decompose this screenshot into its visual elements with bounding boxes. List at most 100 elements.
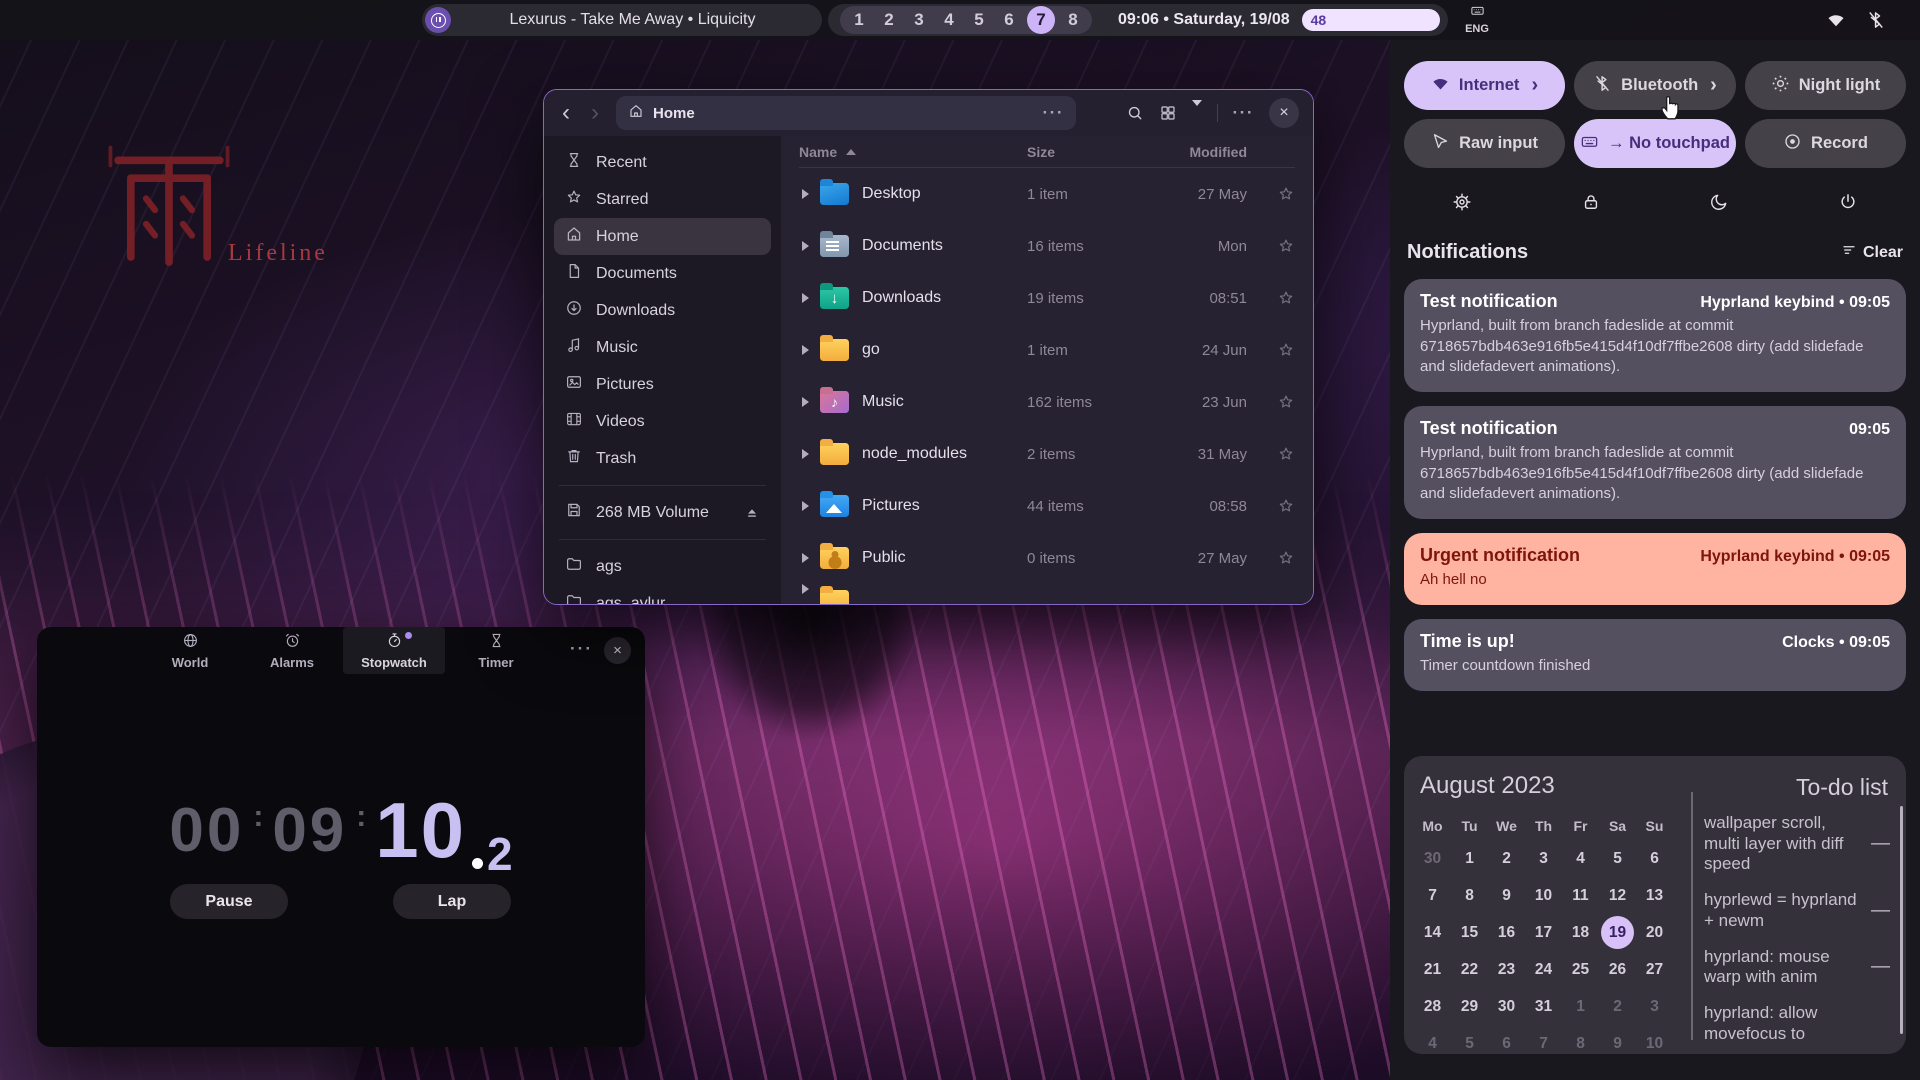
- expand-icon[interactable]: [802, 449, 809, 459]
- tab-alarms[interactable]: Alarms: [241, 627, 343, 674]
- music-player-pill[interactable]: Lexurus - Take Me Away • Liquicity: [422, 4, 822, 36]
- calendar-day[interactable]: 31: [1525, 988, 1562, 1025]
- calendar-day[interactable]: 3: [1636, 988, 1673, 1025]
- calendar-day[interactable]: 5: [1599, 840, 1636, 877]
- keyboard-layout-indicator[interactable]: ENG: [1452, 3, 1502, 35]
- workspace-2[interactable]: 2: [880, 6, 898, 34]
- calendar-day[interactable]: 6: [1636, 840, 1673, 877]
- column-modified[interactable]: Modified: [1145, 144, 1247, 160]
- workspace-1[interactable]: 1: [850, 6, 868, 34]
- calendar-day[interactable]: 19: [1601, 916, 1634, 949]
- star-icon[interactable]: [1247, 497, 1295, 515]
- calendar-day[interactable]: 28: [1414, 988, 1451, 1025]
- lap-button[interactable]: Lap: [393, 884, 511, 919]
- calendar-day[interactable]: 4: [1414, 1025, 1451, 1054]
- calendar-day[interactable]: 20: [1636, 914, 1673, 951]
- wifi-icon[interactable]: [1826, 10, 1846, 30]
- calendar-day[interactable]: 8: [1451, 877, 1488, 914]
- address-bar[interactable]: Home ···: [616, 96, 1076, 130]
- todo-remove-button[interactable]: —: [1869, 900, 1892, 922]
- calendar-day[interactable]: 17: [1525, 914, 1562, 951]
- expand-icon[interactable]: [802, 293, 809, 303]
- sidebar-item-recent[interactable]: Recent: [554, 144, 771, 181]
- path-menu-icon[interactable]: ···: [1043, 103, 1064, 123]
- star-icon[interactable]: [1247, 289, 1295, 307]
- sidebar-item-ags[interactable]: ags: [554, 548, 771, 585]
- table-row-partial[interactable]: [799, 584, 1295, 604]
- forward-button[interactable]: ›: [587, 101, 603, 125]
- star-icon[interactable]: [1247, 393, 1295, 411]
- back-button[interactable]: ‹: [558, 101, 574, 125]
- sidebar-item-home[interactable]: Home: [554, 218, 771, 255]
- calendar-day[interactable]: 12: [1599, 877, 1636, 914]
- notification-card[interactable]: Test notification Hyprland keybind • 09:…: [1404, 279, 1906, 392]
- todo-remove-button[interactable]: —: [1869, 956, 1892, 978]
- calendar-day[interactable]: 7: [1525, 1025, 1562, 1054]
- grid-icon[interactable]: [1159, 104, 1177, 122]
- workspace-3[interactable]: 3: [910, 6, 928, 34]
- calendar-day[interactable]: 1: [1562, 988, 1599, 1025]
- calendar-day[interactable]: 1: [1451, 840, 1488, 877]
- workspace-8[interactable]: 8: [1064, 6, 1082, 34]
- column-size[interactable]: Size: [1027, 144, 1145, 160]
- pause-button[interactable]: Pause: [170, 884, 288, 919]
- calendar-day[interactable]: 10: [1525, 877, 1562, 914]
- tab-timer[interactable]: Timer: [445, 627, 547, 674]
- clock-pill[interactable]: 09:06 • Saturday, 19/08 48: [1100, 4, 1448, 36]
- calendar-day[interactable]: 7: [1414, 877, 1451, 914]
- calendar-day[interactable]: 8: [1562, 1025, 1599, 1054]
- sidebar-item-music[interactable]: Music: [554, 329, 771, 366]
- star-icon[interactable]: [1247, 185, 1295, 203]
- star-icon[interactable]: [1247, 341, 1295, 359]
- calendar-day[interactable]: 22: [1451, 951, 1488, 988]
- table-row-go[interactable]: go 1 item 24 Jun: [799, 324, 1295, 376]
- eject-icon[interactable]: [744, 505, 760, 521]
- calendar-day[interactable]: 21: [1414, 951, 1451, 988]
- expand-icon[interactable]: [802, 189, 809, 199]
- table-row-Pictures[interactable]: Pictures 44 items 08:58: [799, 480, 1295, 532]
- calendar-day[interactable]: 26: [1599, 951, 1636, 988]
- notification-card[interactable]: Test notification 09:05 Hyprland, built …: [1404, 406, 1906, 519]
- calendar-day[interactable]: 6: [1488, 1025, 1525, 1054]
- calendar-day[interactable]: 25: [1562, 951, 1599, 988]
- sidebar-item-pictures[interactable]: Pictures: [554, 366, 771, 403]
- gear-icon[interactable]: [1452, 192, 1472, 215]
- clear-notifications-button[interactable]: Clear: [1841, 242, 1903, 263]
- workspace-7[interactable]: 7: [1027, 6, 1055, 34]
- calendar-day[interactable]: 13: [1636, 877, 1673, 914]
- quick-toggle-no-touchpad[interactable]: → No touchpad ›: [1574, 119, 1736, 168]
- calendar-day[interactable]: 14: [1414, 914, 1451, 951]
- sidebar-item-starred[interactable]: Starred: [554, 181, 771, 218]
- expand-icon[interactable]: [802, 397, 809, 407]
- tab-stopwatch[interactable]: Stopwatch: [343, 627, 445, 674]
- notification-card[interactable]: Time is up! Clocks • 09:05 Timer countdo…: [1404, 619, 1906, 691]
- column-name[interactable]: Name: [799, 144, 1027, 160]
- table-row-Public[interactable]: Public 0 items 27 May: [799, 532, 1295, 584]
- sidebar-item-downloads[interactable]: Downloads: [554, 292, 771, 329]
- calendar-day[interactable]: 11: [1562, 877, 1599, 914]
- calendar-day[interactable]: 29: [1451, 988, 1488, 1025]
- sidebar-item-documents[interactable]: Documents: [554, 255, 771, 292]
- notification-card[interactable]: Urgent notification Hyprland keybind • 0…: [1404, 533, 1906, 605]
- calendar-day[interactable]: 30: [1414, 840, 1451, 877]
- star-icon[interactable]: [1247, 445, 1295, 463]
- quick-toggle-internet[interactable]: Internet ›: [1404, 61, 1565, 110]
- quick-toggle-night-light[interactable]: Night light ›: [1745, 61, 1906, 110]
- clock-menu-button[interactable]: ···: [570, 639, 593, 659]
- calendar-day[interactable]: 24: [1525, 951, 1562, 988]
- menu-button[interactable]: ···: [1233, 103, 1254, 123]
- table-row-Music[interactable]: Music 162 items 23 Jun: [799, 376, 1295, 428]
- calendar-day[interactable]: 2: [1599, 988, 1636, 1025]
- calendar-day[interactable]: 10: [1636, 1025, 1673, 1054]
- table-row-Downloads[interactable]: Downloads 19 items 08:51: [799, 272, 1295, 324]
- calendar-day[interactable]: 4: [1562, 840, 1599, 877]
- calendar-day[interactable]: 2: [1488, 840, 1525, 877]
- calendar-day[interactable]: 9: [1599, 1025, 1636, 1054]
- star-icon[interactable]: [1247, 549, 1295, 567]
- bluetooth-off-icon[interactable]: [1866, 10, 1886, 30]
- calendar-day[interactable]: 30: [1488, 988, 1525, 1025]
- sidebar-item-volume[interactable]: 268 MB Volume: [554, 494, 771, 531]
- expand-icon[interactable]: [802, 501, 809, 511]
- table-row-Documents[interactable]: Documents 16 items Mon: [799, 220, 1295, 272]
- view-options-caret[interactable]: [1192, 106, 1202, 121]
